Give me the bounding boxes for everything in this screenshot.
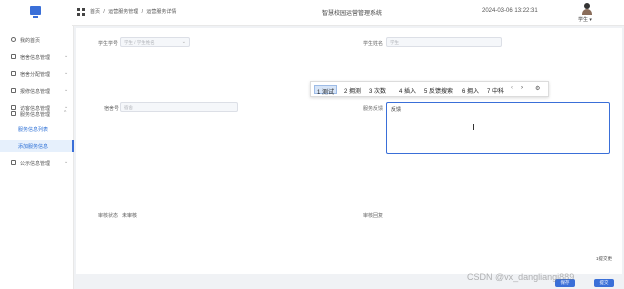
student-name-placeholder: 学生 xyxy=(390,40,399,45)
clock: 2024-03-06 13:22:31 xyxy=(482,8,538,14)
breadcrumb-home[interactable]: 首页 xyxy=(90,9,100,15)
user-name: 学生 xyxy=(578,17,589,23)
menu-grid-icon[interactable] xyxy=(77,8,85,16)
system-title: 智慧校园运营管理系统 xyxy=(322,11,383,17)
student-id-label: 学生学号 xyxy=(98,41,119,47)
top-bar: 首页 / 运营服务管理 / 运营服务详情 智慧校园运营管理系统 2024-03-… xyxy=(0,0,624,26)
dorm-label: 宿舍号 xyxy=(104,106,120,112)
sidebar-item-repair[interactable]: 报修信息管理 ⌄ xyxy=(0,84,74,98)
avatar[interactable] xyxy=(582,3,592,15)
building-icon xyxy=(11,54,16,59)
chevron-down-icon: ⌄ xyxy=(64,70,69,76)
monitor-logo-icon xyxy=(30,6,41,18)
ime-next-page-icon[interactable]: › xyxy=(521,85,523,91)
chevron-down-icon: ▾ xyxy=(589,17,592,23)
home-icon xyxy=(11,37,16,42)
student-name-label: 学生姓名 xyxy=(363,41,384,47)
ime-prev-page-icon[interactable]: ‹ xyxy=(511,85,513,91)
ime-candidate-bar: 1 测试 2 拥测 3 次数 4 插入 5 反馈搜索 6 拥入 7 中科 ‹ ›… xyxy=(310,81,549,97)
sidebar-item-dorm-assign[interactable]: 宿舍分配管理 ⌄ xyxy=(0,67,74,81)
sidebar-item-label: 宿舍分配管理 xyxy=(20,72,51,78)
ime-candidate-2[interactable]: 2 拥测 xyxy=(342,85,363,95)
sidebar-item-label: 公示信息管理 xyxy=(20,161,51,167)
dorm-placeholder: 宿舍 xyxy=(124,105,133,110)
ime-candidate-7[interactable]: 7 中科 xyxy=(485,85,506,95)
service-icon xyxy=(11,111,16,116)
ime-candidate-6[interactable]: 6 拥入 xyxy=(460,85,481,95)
chevron-down-icon: ⌄ xyxy=(64,87,69,93)
sidebar-item-label: 宿舍信息管理 xyxy=(20,55,51,61)
feedback-label: 服务反馈 xyxy=(363,106,384,112)
sidebar-item-notice[interactable]: 公示信息管理 ⌄ xyxy=(0,156,74,170)
sidebar-item-service[interactable]: 服务信息管理 ^ xyxy=(0,107,74,121)
sidebar-item-dorm-info[interactable]: 宿舍信息管理 ⌄ xyxy=(0,50,74,64)
breadcrumb-current: 运营服务详情 xyxy=(146,9,177,15)
student-name-input[interactable]: 学生 xyxy=(386,37,502,47)
repair-icon xyxy=(11,88,16,93)
dorm-input[interactable]: 宿舍 xyxy=(120,102,238,112)
chevron-down-icon: ⌄ xyxy=(64,53,69,59)
review-status-value: 未审核 xyxy=(122,213,138,219)
sidebar-item-label: 服务信息管理 xyxy=(20,112,51,118)
ime-candidate-4[interactable]: 4 插入 xyxy=(397,85,418,95)
assign-icon xyxy=(11,71,16,76)
review-reply-label: 审核回复 xyxy=(363,213,384,219)
ime-candidate-1[interactable]: 1 测试 xyxy=(314,85,338,96)
watermark: CSDN @vx_dangliangi889 xyxy=(467,272,575,282)
feedback-text: 反馈 xyxy=(391,107,402,113)
ime-candidate-3[interactable]: 3 次数 xyxy=(367,85,388,95)
breadcrumb: 首页 / 运营服务管理 / 运营服务详情 xyxy=(90,8,178,15)
sidebar-item-home[interactable]: 我的首页 xyxy=(0,33,74,47)
sidebar-subitem-label: 添加服务信息 xyxy=(18,144,49,150)
student-id-select[interactable]: 学生 / 学生姓名 ⌄ xyxy=(120,37,190,47)
chevron-down-icon: ⌄ xyxy=(181,39,186,45)
student-id-placeholder: 学生 / 学生姓名 xyxy=(124,40,155,45)
sidebar-item-label: 我的首页 xyxy=(20,38,41,44)
chevron-up-icon: ^ xyxy=(64,110,67,116)
avatar-body xyxy=(582,9,592,15)
sidebar-item-label: 报修信息管理 xyxy=(20,89,51,95)
text-cursor xyxy=(473,124,474,130)
logo-area xyxy=(0,0,72,26)
footer-hint: 1提交更 xyxy=(596,256,613,261)
sidebar-subitem-add-service[interactable]: 添加服务信息 xyxy=(0,140,74,152)
user-menu[interactable]: 学生 ▾ xyxy=(578,16,592,23)
sidebar: 我的首页 宿舍信息管理 ⌄ 宿舍分配管理 ⌄ 报修信息管理 ⌄ 访客信息管理 ⌄… xyxy=(0,26,74,289)
breadcrumb-separator: / xyxy=(141,9,143,15)
breadcrumb-separator: / xyxy=(103,9,105,15)
review-status-label: 审核状态 xyxy=(98,213,119,219)
breadcrumb-service-management[interactable]: 运营服务管理 xyxy=(108,9,138,15)
sidebar-subitem-service-list[interactable]: 服务信息列表 xyxy=(0,123,74,135)
notice-icon xyxy=(11,160,16,165)
ime-candidate-5[interactable]: 5 反馈搜索 xyxy=(422,85,455,95)
chevron-down-icon: ⌄ xyxy=(64,159,69,165)
sidebar-subitem-label: 服务信息列表 xyxy=(18,127,49,133)
form-panel: 学生学号 学生 / 学生姓名 ⌄ 学生姓名 学生 宿舍号 宿舍 服务反馈 反馈 … xyxy=(76,28,622,274)
submit-button[interactable]: 提交 xyxy=(594,279,614,287)
gear-icon[interactable]: ⚙ xyxy=(535,85,540,92)
feedback-textarea[interactable]: 反馈 xyxy=(386,102,610,154)
